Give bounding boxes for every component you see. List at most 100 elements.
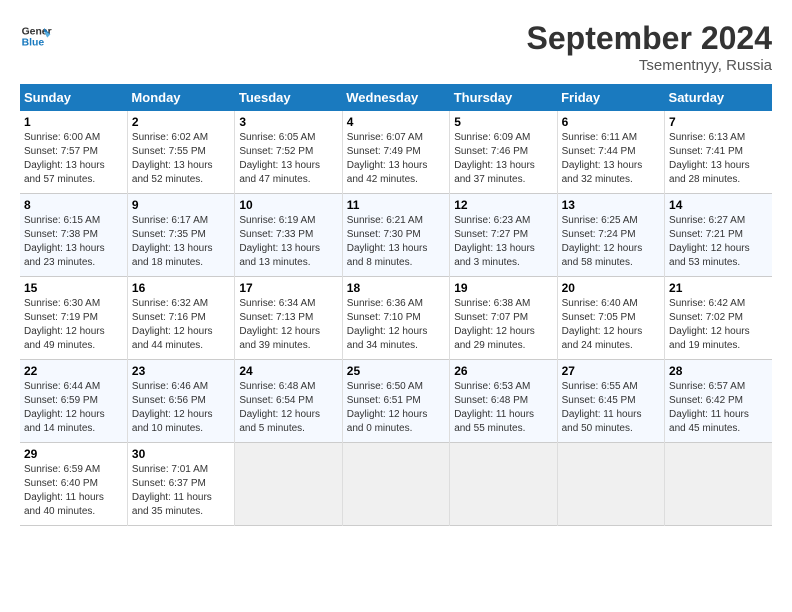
sunrise-time: Sunrise: 6:34 AM (239, 298, 315, 309)
day-info: Sunrise: 6:36 AM Sunset: 7:10 PM Dayligh… (347, 297, 445, 353)
day-info: Sunrise: 6:19 AM Sunset: 7:33 PM Dayligh… (239, 214, 337, 270)
day-number: 9 (132, 198, 230, 212)
day-info: Sunrise: 6:25 AM Sunset: 7:24 PM Dayligh… (562, 214, 660, 270)
day-number: 18 (347, 281, 445, 295)
day-number: 30 (132, 447, 230, 461)
day-info: Sunrise: 6:59 AM Sunset: 6:40 PM Dayligh… (24, 463, 123, 519)
logo: General Blue (20, 20, 52, 52)
sunrise-time: Sunrise: 6:23 AM (454, 215, 530, 226)
daylight-hours: Daylight: 13 hours and 13 minutes. (239, 243, 320, 268)
weekday-header-thursday: Thursday (450, 84, 557, 111)
sunset-time: Sunset: 6:51 PM (347, 395, 421, 406)
sunrise-time: Sunrise: 6:38 AM (454, 298, 530, 309)
calendar-cell: 26 Sunrise: 6:53 AM Sunset: 6:48 PM Dayl… (450, 360, 557, 443)
weekday-header-wednesday: Wednesday (342, 84, 449, 111)
daylight-hours: Daylight: 13 hours and 23 minutes. (24, 243, 105, 268)
sunrise-time: Sunrise: 6:30 AM (24, 298, 100, 309)
sunset-time: Sunset: 7:21 PM (669, 229, 743, 240)
day-number: 24 (239, 364, 337, 378)
sunrise-time: Sunrise: 6:15 AM (24, 215, 100, 226)
sunset-time: Sunset: 7:27 PM (454, 229, 528, 240)
calendar-cell (450, 443, 557, 526)
day-info: Sunrise: 6:40 AM Sunset: 7:05 PM Dayligh… (562, 297, 660, 353)
sunset-time: Sunset: 7:38 PM (24, 229, 98, 240)
sunset-time: Sunset: 7:49 PM (347, 146, 421, 157)
daylight-hours: Daylight: 12 hours and 19 minutes. (669, 326, 750, 351)
sunset-time: Sunset: 7:05 PM (562, 312, 636, 323)
calendar-cell: 16 Sunrise: 6:32 AM Sunset: 7:16 PM Dayl… (127, 277, 234, 360)
daylight-hours: Daylight: 12 hours and 14 minutes. (24, 409, 105, 434)
calendar-cell: 25 Sunrise: 6:50 AM Sunset: 6:51 PM Dayl… (342, 360, 449, 443)
daylight-hours: Daylight: 13 hours and 57 minutes. (24, 160, 105, 185)
sunrise-time: Sunrise: 6:32 AM (132, 298, 208, 309)
day-number: 2 (132, 115, 230, 129)
daylight-hours: Daylight: 13 hours and 18 minutes. (132, 243, 213, 268)
calendar-cell: 10 Sunrise: 6:19 AM Sunset: 7:33 PM Dayl… (235, 194, 342, 277)
day-info: Sunrise: 7:01 AM Sunset: 6:37 PM Dayligh… (132, 463, 230, 519)
weekday-header-friday: Friday (557, 84, 664, 111)
sunrise-time: Sunrise: 6:25 AM (562, 215, 638, 226)
day-info: Sunrise: 6:46 AM Sunset: 6:56 PM Dayligh… (132, 380, 230, 436)
daylight-hours: Daylight: 13 hours and 3 minutes. (454, 243, 535, 268)
calendar-table: SundayMondayTuesdayWednesdayThursdayFrid… (20, 84, 772, 526)
day-number: 12 (454, 198, 552, 212)
sunrise-time: Sunrise: 6:02 AM (132, 132, 208, 143)
day-info: Sunrise: 6:27 AM Sunset: 7:21 PM Dayligh… (669, 214, 768, 270)
daylight-hours: Daylight: 13 hours and 37 minutes. (454, 160, 535, 185)
sunset-time: Sunset: 7:46 PM (454, 146, 528, 157)
calendar-cell: 29 Sunrise: 6:59 AM Sunset: 6:40 PM Dayl… (20, 443, 127, 526)
sunrise-time: Sunrise: 6:27 AM (669, 215, 745, 226)
day-info: Sunrise: 6:48 AM Sunset: 6:54 PM Dayligh… (239, 380, 337, 436)
day-number: 16 (132, 281, 230, 295)
sunrise-time: Sunrise: 6:46 AM (132, 381, 208, 392)
calendar-cell (557, 443, 664, 526)
calendar-week-row: 1 Sunrise: 6:00 AM Sunset: 7:57 PM Dayli… (20, 111, 772, 194)
sunrise-time: Sunrise: 6:44 AM (24, 381, 100, 392)
day-info: Sunrise: 6:50 AM Sunset: 6:51 PM Dayligh… (347, 380, 445, 436)
title-block: September 2024 Tsementnyy, Russia (527, 20, 772, 74)
sunset-time: Sunset: 6:48 PM (454, 395, 528, 406)
calendar-week-row: 22 Sunrise: 6:44 AM Sunset: 6:59 PM Dayl… (20, 360, 772, 443)
day-info: Sunrise: 6:38 AM Sunset: 7:07 PM Dayligh… (454, 297, 552, 353)
sunrise-time: Sunrise: 6:50 AM (347, 381, 423, 392)
daylight-hours: Daylight: 12 hours and 49 minutes. (24, 326, 105, 351)
day-info: Sunrise: 6:53 AM Sunset: 6:48 PM Dayligh… (454, 380, 552, 436)
day-info: Sunrise: 6:21 AM Sunset: 7:30 PM Dayligh… (347, 214, 445, 270)
calendar-cell: 20 Sunrise: 6:40 AM Sunset: 7:05 PM Dayl… (557, 277, 664, 360)
page-header: General Blue September 2024 Tsementnyy, … (20, 20, 772, 74)
calendar-cell: 28 Sunrise: 6:57 AM Sunset: 6:42 PM Dayl… (665, 360, 772, 443)
daylight-hours: Daylight: 13 hours and 52 minutes. (132, 160, 213, 185)
day-number: 6 (562, 115, 660, 129)
sunrise-time: Sunrise: 6:13 AM (669, 132, 745, 143)
calendar-cell: 19 Sunrise: 6:38 AM Sunset: 7:07 PM Dayl… (450, 277, 557, 360)
day-number: 23 (132, 364, 230, 378)
sunset-time: Sunset: 7:33 PM (239, 229, 313, 240)
sunrise-time: Sunrise: 6:11 AM (562, 132, 637, 143)
day-info: Sunrise: 6:42 AM Sunset: 7:02 PM Dayligh… (669, 297, 768, 353)
day-info: Sunrise: 6:13 AM Sunset: 7:41 PM Dayligh… (669, 131, 768, 187)
daylight-hours: Daylight: 12 hours and 24 minutes. (562, 326, 643, 351)
day-info: Sunrise: 6:17 AM Sunset: 7:35 PM Dayligh… (132, 214, 230, 270)
location: Tsementnyy, Russia (527, 57, 772, 74)
day-info: Sunrise: 6:02 AM Sunset: 7:55 PM Dayligh… (132, 131, 230, 187)
day-number: 27 (562, 364, 660, 378)
sunset-time: Sunset: 7:35 PM (132, 229, 206, 240)
daylight-hours: Daylight: 13 hours and 8 minutes. (347, 243, 428, 268)
day-number: 1 (24, 115, 123, 129)
day-number: 20 (562, 281, 660, 295)
calendar-cell: 2 Sunrise: 6:02 AM Sunset: 7:55 PM Dayli… (127, 111, 234, 194)
sunrise-time: Sunrise: 6:48 AM (239, 381, 315, 392)
calendar-cell: 1 Sunrise: 6:00 AM Sunset: 7:57 PM Dayli… (20, 111, 127, 194)
sunset-time: Sunset: 7:41 PM (669, 146, 743, 157)
weekday-header-row: SundayMondayTuesdayWednesdayThursdayFrid… (20, 84, 772, 111)
day-info: Sunrise: 6:11 AM Sunset: 7:44 PM Dayligh… (562, 131, 660, 187)
calendar-cell: 5 Sunrise: 6:09 AM Sunset: 7:46 PM Dayli… (450, 111, 557, 194)
calendar-cell: 22 Sunrise: 6:44 AM Sunset: 6:59 PM Dayl… (20, 360, 127, 443)
day-number: 21 (669, 281, 768, 295)
calendar-cell: 11 Sunrise: 6:21 AM Sunset: 7:30 PM Dayl… (342, 194, 449, 277)
sunset-time: Sunset: 7:07 PM (454, 312, 528, 323)
calendar-cell: 23 Sunrise: 6:46 AM Sunset: 6:56 PM Dayl… (127, 360, 234, 443)
sunset-time: Sunset: 7:44 PM (562, 146, 636, 157)
month-title: September 2024 (527, 20, 772, 57)
day-info: Sunrise: 6:34 AM Sunset: 7:13 PM Dayligh… (239, 297, 337, 353)
